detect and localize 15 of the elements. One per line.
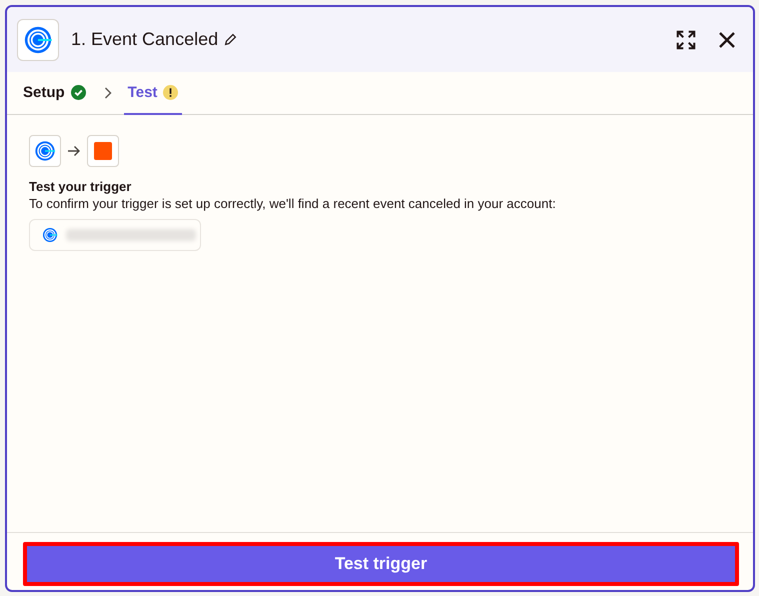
- expand-icon: [675, 28, 697, 50]
- step-tab[interactable]: Setup: [19, 72, 90, 115]
- logo-icon: [23, 24, 53, 54]
- section-heading: Test your trigger: [29, 179, 132, 194]
- section-description: To confirm your trigger is set up correctly, we'll find a recent event canceled in your account:: [29, 196, 557, 211]
- step-title: 1. Event Canceled: [71, 29, 218, 50]
- app-square-icon: [94, 142, 112, 160]
- logo-icon: [34, 140, 56, 162]
- test-trigger-button[interactable]: Test trigger: [23, 542, 739, 586]
- close-icon: [717, 30, 737, 50]
- logo-icon: [42, 227, 58, 243]
- arrow-icon: [67, 145, 81, 157]
- pencil-icon[interactable]: [224, 33, 238, 46]
- chevron-icon: [104, 87, 112, 99]
- step-tab[interactable]: Test: [124, 72, 182, 115]
